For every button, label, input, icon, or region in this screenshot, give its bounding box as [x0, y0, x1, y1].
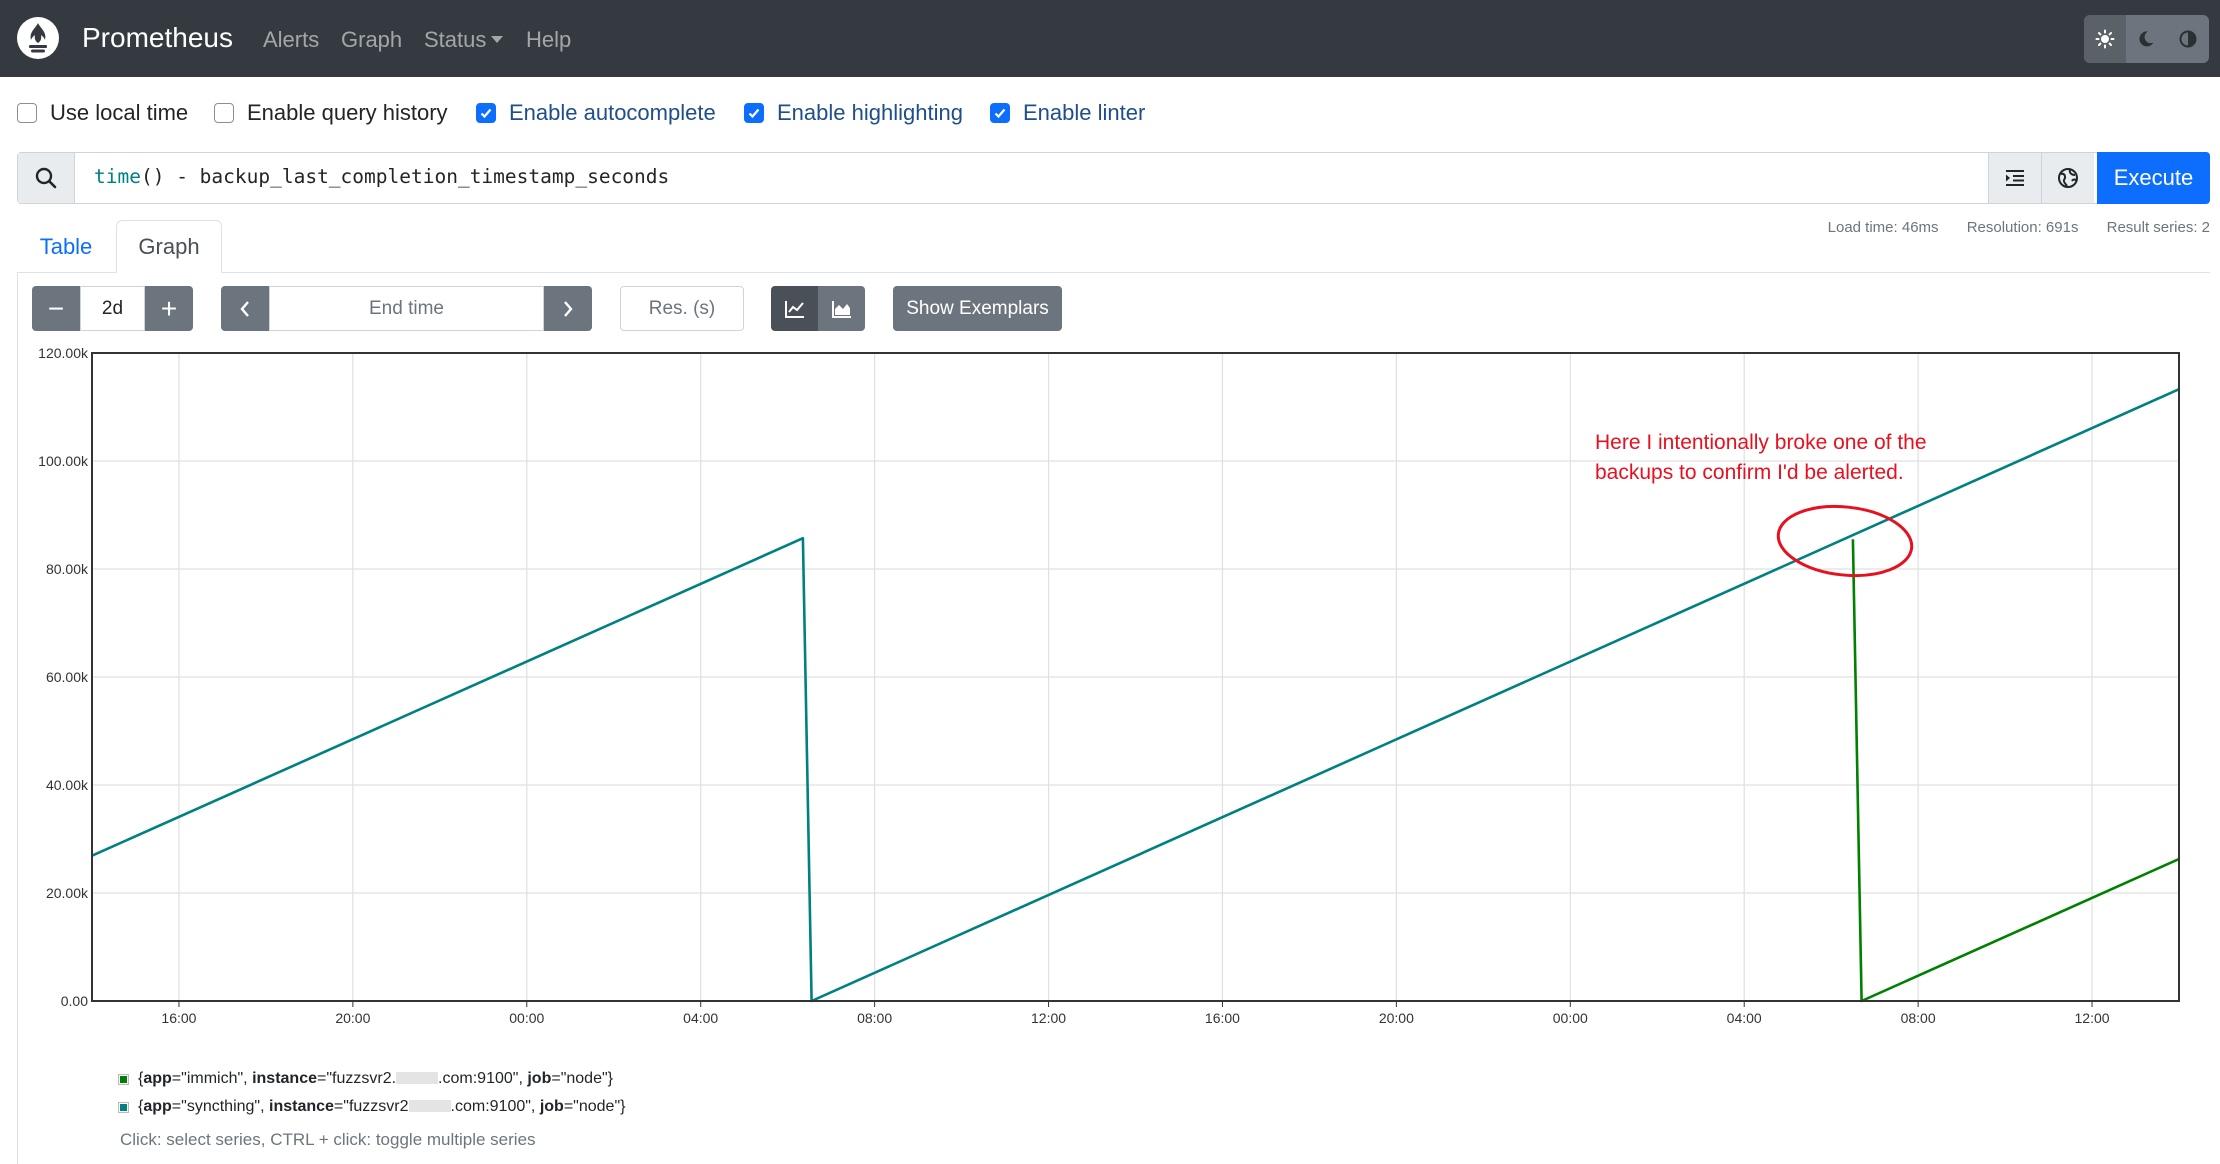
annotation-line-2: backups to confirm I'd be alerted.: [1595, 461, 1904, 484]
redacted-block: [396, 1072, 439, 1084]
y-tick-label: 0.00: [61, 993, 88, 1009]
x-tick-label: 12:00: [1031, 1010, 1066, 1026]
annotation-line-1: Here I intentionally broke one of the: [1595, 431, 1927, 454]
legend-label-immich: {app="immich", instance="fuzzsvr2. .com:9…: [138, 1070, 613, 1087]
x-tick-label: 08:00: [857, 1010, 892, 1026]
legend-hint: Click: select series, CTRL + click: togg…: [120, 1130, 536, 1149]
y-tick-label: 80.00k: [46, 561, 89, 577]
y-tick-label: 100.00k: [38, 453, 89, 469]
chart: 120.00k 100.00k 80.00k 60.00k 40.00k 20.00k 0.…: [38, 345, 2180, 1026]
x-tick-label: 20:00: [335, 1010, 370, 1026]
y-tick-label: 60.00k: [46, 669, 89, 685]
legend-label-syncthing: {app="syncthing", instance="fuzzsvr2 .com…: [138, 1098, 626, 1115]
syncthing-job: node: [578, 1098, 615, 1115]
x-tick-label: 12:00: [2075, 1010, 2110, 1026]
x-tick-label: 04:00: [683, 1010, 718, 1026]
redacted-block: [408, 1100, 451, 1112]
legend-item-immich[interactable]: {app="immich", instance="fuzzsvr2. .com:9…: [118, 1070, 613, 1088]
y-tick-label: 40.00k: [46, 777, 89, 793]
immich-instance-suffix: .com:9100: [438, 1070, 513, 1087]
annotation-text: Here I intentionally broke one of the ba…: [1595, 428, 2015, 488]
x-tick-label: 16:00: [1205, 1010, 1240, 1026]
y-tick-label: 20.00k: [46, 885, 89, 901]
x-tick-label: 16:00: [161, 1010, 196, 1026]
immich-instance-prefix: fuzzsvr2.: [332, 1070, 397, 1087]
x-tick-label: 00:00: [1553, 1010, 1588, 1026]
immich-app: immich: [186, 1070, 238, 1087]
syncthing-instance-prefix: fuzzsvr2: [348, 1098, 409, 1115]
x-tick-label: 04:00: [1727, 1010, 1762, 1026]
series-swatch: [118, 1101, 129, 1113]
x-tick-label: 08:00: [1901, 1010, 1936, 1026]
series-line-immich[interactable]: [1851, 539, 2180, 1003]
immich-job: node: [566, 1070, 602, 1087]
y-tick-label: 120.00k: [38, 345, 89, 361]
x-tick-label: 20:00: [1379, 1010, 1414, 1026]
series-swatch: [118, 1073, 129, 1085]
syncthing-app: syncthing: [186, 1098, 255, 1115]
x-tick-label: 00:00: [509, 1010, 544, 1026]
legend-item-syncthing[interactable]: {app="syncthing", instance="fuzzsvr2 .com…: [118, 1098, 625, 1116]
syncthing-instance-suffix: .com:9100: [450, 1098, 526, 1115]
